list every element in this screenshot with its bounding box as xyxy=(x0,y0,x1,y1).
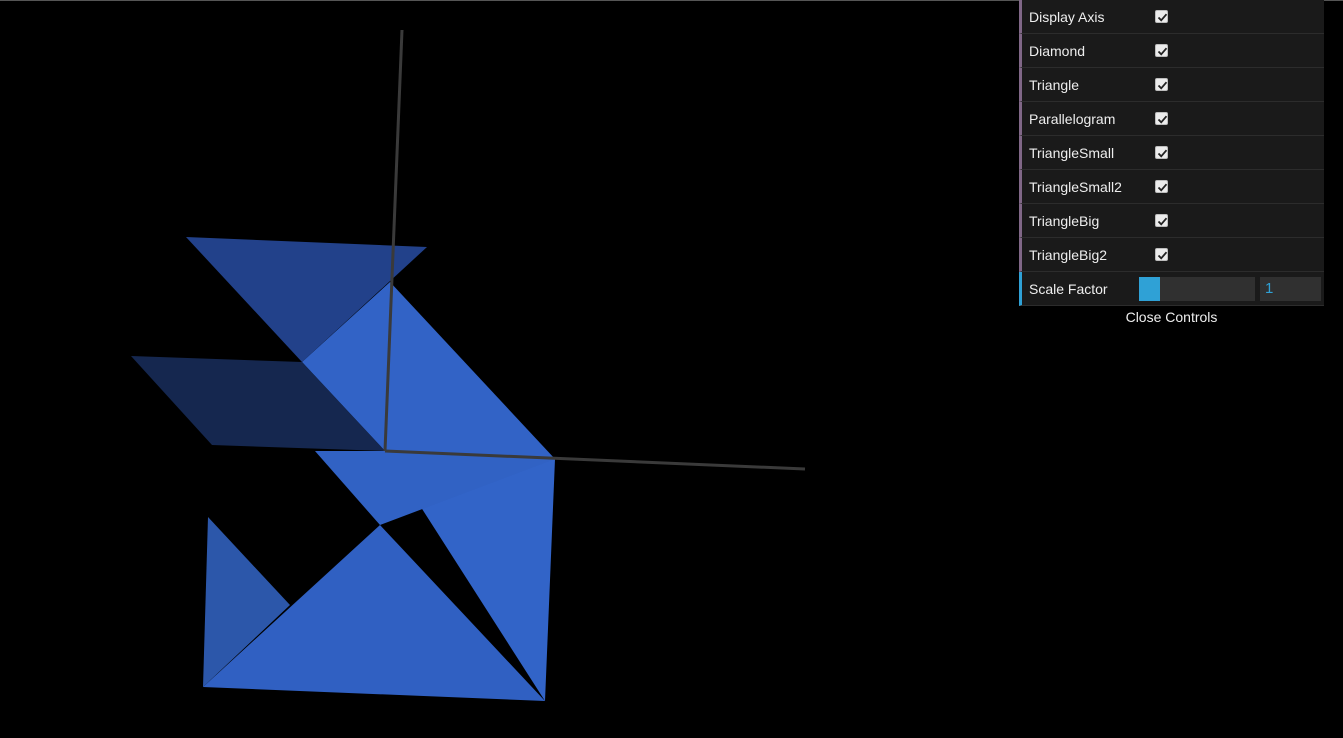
checkbox[interactable] xyxy=(1155,10,1168,23)
checkbox[interactable] xyxy=(1155,146,1168,159)
toggle-row-diamond: Diamond xyxy=(1019,34,1324,68)
toggle-row-triangle: Triangle xyxy=(1019,68,1324,102)
toggle-row-trianglebig: TriangleBig xyxy=(1019,204,1324,238)
checkmark-icon xyxy=(1157,47,1168,56)
checkbox[interactable] xyxy=(1155,214,1168,227)
scale-factor-slider[interactable] xyxy=(1139,277,1255,301)
checkmark-icon xyxy=(1157,251,1168,260)
scale-factor-label: Scale Factor xyxy=(1029,281,1108,297)
toggle-row-display-axis: Display Axis xyxy=(1019,0,1324,34)
toggle-row-trianglesmall: TriangleSmall xyxy=(1019,136,1324,170)
toggle-label: Display Axis xyxy=(1029,9,1105,25)
controls-panel: Display Axis Diamond Triangle Parallelogram… xyxy=(1019,0,1324,326)
slider-fill xyxy=(1139,277,1160,301)
checkbox[interactable] xyxy=(1155,248,1168,261)
toggle-label: Diamond xyxy=(1029,43,1086,59)
checkmark-icon xyxy=(1157,115,1168,124)
checkbox[interactable] xyxy=(1155,180,1168,193)
checkmark-icon xyxy=(1157,183,1168,192)
scale-factor-row: Scale Factor 1 xyxy=(1019,272,1324,306)
checkbox[interactable] xyxy=(1155,44,1168,57)
toggle-label: TriangleSmall2 xyxy=(1029,179,1122,195)
toggle-row-parallelogram: Parallelogram xyxy=(1019,102,1324,136)
checkbox[interactable] xyxy=(1155,112,1168,125)
toggle-label: Parallelogram xyxy=(1029,111,1116,127)
checkmark-icon xyxy=(1157,13,1168,22)
scale-factor-input[interactable]: 1 xyxy=(1260,277,1321,301)
checkbox[interactable] xyxy=(1155,78,1168,91)
toggle-label: Triangle xyxy=(1029,77,1080,93)
checkmark-icon xyxy=(1157,217,1168,226)
toggle-label: TriangleBig2 xyxy=(1029,247,1108,263)
toggle-label: TriangleSmall xyxy=(1029,145,1115,161)
close-controls-button[interactable]: Close Controls xyxy=(1019,306,1324,326)
checkmark-icon xyxy=(1157,149,1168,158)
toggle-row-trianglesmall2: TriangleSmall2 xyxy=(1019,170,1324,204)
checkmark-icon xyxy=(1157,81,1168,90)
toggle-label: TriangleBig xyxy=(1029,213,1100,229)
toggle-row-trianglebig2: TriangleBig2 xyxy=(1019,238,1324,272)
